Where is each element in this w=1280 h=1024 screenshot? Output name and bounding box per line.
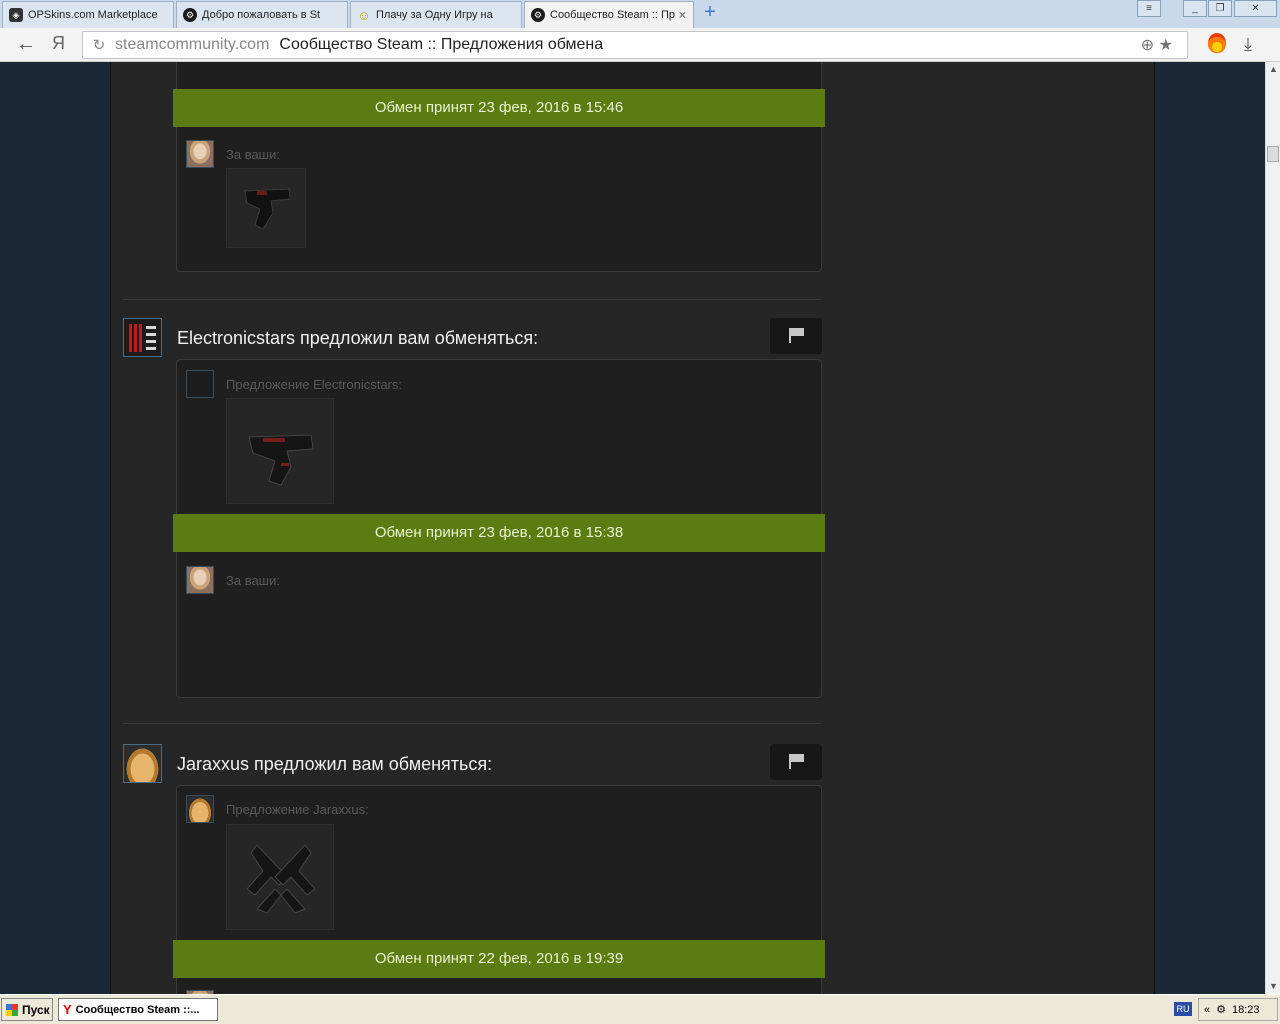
tab-game[interactable]: ☺ Плачу за Одну Игру на bbox=[350, 1, 522, 28]
tray-expand-icon[interactable]: « bbox=[1204, 1004, 1210, 1016]
pistol-item[interactable] bbox=[226, 398, 334, 504]
your-avatar[interactable] bbox=[186, 566, 214, 594]
scroll-down-icon[interactable]: ▼ bbox=[1266, 979, 1280, 994]
window-close-icon[interactable]: ✕ bbox=[1234, 0, 1277, 17]
scroll-thumb[interactable] bbox=[1267, 146, 1279, 162]
your-avatar[interactable] bbox=[186, 140, 214, 168]
report-flag-button[interactable] bbox=[770, 318, 822, 354]
trade-accepted-bar: Обмен принят 22 фев, 2016 в 19:39 bbox=[173, 940, 825, 978]
trade-heading: Jaraxxus предложил вам обменяться: bbox=[177, 754, 493, 774]
page-content: Обмен принят 23 фев, 2016 в 15:46 За ваш… bbox=[0, 62, 1265, 994]
taskbar: Пуск Y Сообщество Steam ::... RU « ⚙ 18:… bbox=[0, 994, 1280, 1024]
trade-accepted-bar: Обмен принят 23 фев, 2016 в 15:46 bbox=[173, 89, 825, 127]
tab-label: OPSkins.com Marketplace bbox=[28, 9, 158, 21]
windows-logo-icon bbox=[6, 1003, 18, 1016]
partner-offer-label: Предложение Jaraxxus: bbox=[226, 802, 369, 817]
address-domain: steamcommunity.com bbox=[115, 36, 270, 53]
pistol-icon bbox=[248, 434, 314, 486]
zoom-and-bookmark-icons[interactable]: ⊕ ★ bbox=[1141, 35, 1173, 55]
vertical-scrollbar[interactable]: ▲ ▼ bbox=[1265, 62, 1280, 994]
start-button[interactable]: Пуск bbox=[1, 998, 53, 1021]
dual-pistols-icon bbox=[246, 844, 316, 914]
browser-menu-icon[interactable]: ≡ bbox=[1137, 0, 1161, 17]
smile-icon: ☺ bbox=[357, 7, 371, 23]
pistol-item[interactable] bbox=[226, 168, 306, 248]
tab-strip: ◈ OPSkins.com Marketplace ⚙ Добро пожало… bbox=[0, 0, 1280, 28]
scroll-up-icon[interactable]: ▲ bbox=[1266, 62, 1280, 77]
download-icon[interactable]: ⤓ bbox=[1244, 34, 1252, 55]
opskins-icon: ◈ bbox=[9, 8, 23, 22]
tab-steam-welcome[interactable]: ⚙ Добро пожаловать в St bbox=[176, 1, 348, 28]
back-arrow-icon[interactable]: ← bbox=[16, 34, 36, 54]
trade-divider bbox=[123, 299, 822, 300]
tab-steam-trades[interactable]: ⚙ Сообщество Steam :: Пр ✕ bbox=[524, 1, 694, 28]
your-items-label: За ваши: bbox=[226, 573, 280, 588]
system-tray: « ⚙ 18:23 bbox=[1198, 998, 1278, 1021]
partner-avatar[interactable] bbox=[186, 795, 214, 823]
steam-icon: ⚙ bbox=[183, 8, 197, 22]
partner-avatar[interactable] bbox=[186, 370, 214, 398]
steam-tray-icon[interactable]: ⚙ bbox=[1216, 1003, 1226, 1016]
fire-icon[interactable] bbox=[1208, 33, 1226, 53]
steam-icon: ⚙ bbox=[531, 8, 545, 22]
clock: 18:23 bbox=[1232, 1003, 1260, 1016]
dual-pistols-item[interactable] bbox=[226, 824, 334, 930]
minimize-icon[interactable]: _ bbox=[1183, 0, 1207, 17]
pistol-icon bbox=[244, 188, 291, 230]
report-flag-button[interactable] bbox=[770, 744, 822, 780]
yandex-button[interactable]: Я bbox=[52, 33, 65, 54]
partner-offer-label: Предложение Electronicstars: bbox=[226, 377, 402, 392]
electronicstars-avatar[interactable] bbox=[123, 318, 162, 357]
address-bar[interactable]: ↻ steamcommunity.com Сообщество Steam ::… bbox=[82, 31, 1188, 59]
trade-accepted-bar: Обмен принят 23 фев, 2016 в 15:38 bbox=[173, 514, 825, 552]
tab-opskins[interactable]: ◈ OPSkins.com Marketplace bbox=[2, 1, 174, 28]
yandex-browser-icon: Y bbox=[63, 1002, 72, 1017]
tab-label: Добро пожаловать в St bbox=[202, 9, 321, 21]
navigation-bar: ← Я ↻ steamcommunity.com Сообщество Stea… bbox=[0, 28, 1280, 62]
your-items-label: За ваши: bbox=[226, 147, 280, 162]
restore-icon[interactable]: ❐ bbox=[1208, 0, 1232, 17]
tab-close-icon[interactable]: ✕ bbox=[678, 9, 687, 22]
taskbar-window-steam[interactable]: Y Сообщество Steam ::... bbox=[58, 998, 218, 1021]
tab-label: Плачу за Одну Игру на bbox=[376, 9, 493, 21]
reload-icon[interactable]: ↻ bbox=[87, 36, 111, 54]
language-indicator[interactable]: RU bbox=[1174, 1002, 1192, 1016]
start-label: Пуск bbox=[22, 1002, 50, 1017]
tab-label: Сообщество Steam :: Пр bbox=[550, 9, 675, 21]
new-tab-button[interactable]: + bbox=[700, 2, 720, 23]
trade-divider bbox=[123, 723, 822, 724]
jaraxxus-avatar[interactable] bbox=[123, 744, 162, 783]
trade-heading: Electronicstars предложил вам обменяться… bbox=[177, 328, 539, 348]
taskbar-window-label: Сообщество Steam ::... bbox=[75, 1003, 200, 1016]
address-page-title: Сообщество Steam :: Предложения обмена bbox=[279, 36, 604, 53]
